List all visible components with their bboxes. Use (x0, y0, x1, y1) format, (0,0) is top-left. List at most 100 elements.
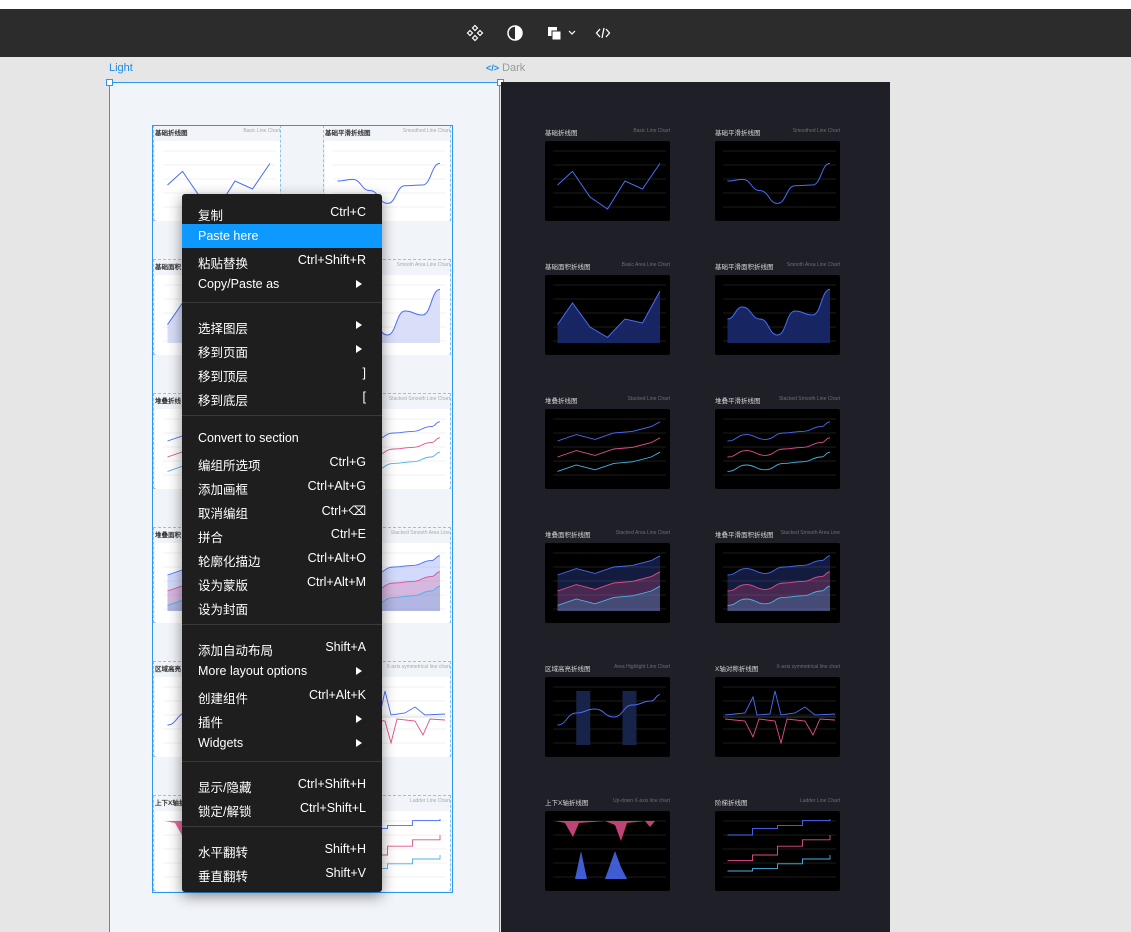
menu-item[interactable]: Copy/Paste as (182, 272, 382, 296)
menu-item[interactable]: 添加自动布局 Shift+A (182, 635, 382, 659)
menu-separator (182, 761, 382, 762)
dark-frame-label[interactable]: </> Dark (486, 62, 525, 74)
menu-item[interactable]: 移到顶层] (182, 361, 382, 385)
menu-item[interactable]: 设为封面 (182, 594, 382, 618)
component-icon[interactable] (463, 21, 487, 45)
menu-item[interactable]: 创建组件 Ctrl+Alt+K (182, 683, 382, 707)
dark-chart-subtitle: Up-down X-axis line chart (613, 798, 670, 804)
menu-item[interactable]: 轮廓化描边 Ctrl+Alt+O (182, 546, 382, 570)
menu-item-shortcut: Ctrl+Shift+R (297, 253, 366, 267)
menu-item-shortcut: Ctrl+⌫ (321, 504, 366, 518)
menu-item-label: 取消编组 (198, 507, 249, 521)
dark-chart-card[interactable] (545, 811, 670, 891)
menu-item[interactable]: 粘贴替换 Ctrl+Shift+R (182, 248, 382, 272)
menu-item-shortcut: Ctrl+Alt+O (307, 551, 366, 565)
dark-chart-card[interactable] (545, 677, 670, 757)
menu-item-shortcut: Ctrl+Alt+G (307, 479, 366, 493)
menu-item-label: 轮廓化描边 (198, 555, 261, 569)
menu-item[interactable]: 锁定/解锁 Ctrl+Shift+L (182, 796, 382, 820)
window-top-strip (0, 0, 1131, 9)
dark-chart-subtitle: Basic Line Chart (633, 128, 670, 134)
dark-chart-card[interactable] (715, 275, 840, 355)
dark-chart-subtitle: Stacked Smooth Area Line (780, 530, 840, 536)
shapes-icon[interactable] (545, 21, 581, 45)
menu-item-shortcut: Ctrl+Shift+H (297, 777, 366, 791)
dark-chart-subtitle: Stacked Line Chart (627, 396, 670, 402)
menu-item-shortcut: Ctrl+G (329, 455, 366, 469)
dark-chart-card[interactable] (545, 543, 670, 623)
menu-item-label: 添加画框 (198, 483, 249, 497)
dark-chart-title: 区域高亮折线图 (545, 666, 591, 673)
toolbar (0, 9, 1131, 57)
menu-item[interactable]: 取消编组 Ctrl+⌫ (182, 498, 382, 522)
menu-item-label: 拼合 (198, 531, 224, 545)
menu-item-label: 显示/隐藏 (198, 781, 252, 795)
code-icon[interactable] (591, 21, 615, 45)
dark-chart-plot (553, 284, 666, 343)
menu-item-shortcut: Shift+V (325, 866, 366, 880)
dark-chart-plot (553, 552, 666, 611)
dark-chart-subtitle: Stacked Area Line Chart (615, 530, 670, 536)
menu-item[interactable]: 复制 Ctrl+C (182, 200, 382, 224)
menu-item[interactable]: 垂直翻转 Shift+V (182, 861, 382, 885)
dark-chart-subtitle: Basic Area Line Chart (621, 262, 670, 268)
menu-item-label: 复制 (198, 209, 224, 223)
menu-item[interactable]: 添加画框 Ctrl+Alt+G (182, 474, 382, 498)
dark-chart-subtitle: Smoothed Line Chart (792, 128, 840, 134)
dark-chart-subtitle: Smooth Area Line Chart (786, 262, 840, 268)
submenu-arrow-icon (356, 321, 362, 329)
dark-chart-card[interactable] (545, 141, 670, 221)
dark-chart-title: 基础平滑折线图 (715, 130, 761, 137)
menu-item-label: 设为蒙版 (198, 579, 249, 593)
dark-chart-card[interactable] (545, 275, 670, 355)
dark-chart-plot (553, 418, 666, 476)
dark-chart-card[interactable] (715, 811, 840, 891)
menu-item-label: 移到底层 (198, 394, 249, 408)
menu-item-label: 选择图层 (198, 322, 249, 336)
menu-item-shortcut: ] (362, 366, 366, 380)
menu-item[interactable]: 移到底层 [ (182, 385, 382, 409)
contrast-icon[interactable] (503, 21, 527, 45)
menu-item[interactable]: 显示/隐藏 Ctrl+Shift+H (182, 772, 382, 796)
dark-chart-card[interactable] (715, 677, 840, 757)
dark-chart-title: 上下X轴折线图 (545, 800, 589, 807)
context-menu: 复制 Ctrl+C Paste here 粘贴替换 Ctrl+Shift+R Copy/P… (182, 194, 382, 892)
menu-item[interactable]: 编组所选项 Ctrl+G (182, 450, 382, 474)
menu-item-shortcut: Shift+H (324, 842, 366, 856)
dark-chart-card[interactable] (715, 543, 840, 623)
dark-chart-plot (553, 150, 666, 210)
menu-item[interactable]: 水平翻转 Shift+H (182, 837, 382, 861)
menu-item-shortcut: Ctrl+Alt+K (309, 688, 366, 702)
menu-item[interactable]: 插件 (182, 707, 382, 731)
menu-item[interactable]: 选择图层 (182, 313, 382, 337)
menu-item-shortcut: Ctrl+Shift+L (299, 801, 366, 815)
menu-item-label: 添加自动布局 (198, 644, 274, 658)
menu-item-label: 设为封面 (198, 603, 249, 617)
dark-chart-subtitle: Stacked Smooth Line Chart (778, 396, 840, 402)
menu-item[interactable]: 拼合 Ctrl+E (182, 522, 382, 546)
menu-item[interactable]: Convert to section (182, 426, 382, 450)
menu-separator (182, 415, 382, 416)
menu-item[interactable]: 设为蒙版 Ctrl+Alt+M (182, 570, 382, 594)
menu-item-label: 水平翻转 (198, 846, 249, 860)
menu-item-label: Paste here (198, 229, 259, 243)
menu-item[interactable]: Widgets (182, 731, 382, 755)
dark-chart-card[interactable] (715, 409, 840, 489)
dark-frame-label-text: Dark (502, 62, 526, 74)
menu-item-label: Copy/Paste as (198, 277, 280, 291)
light-frame-label[interactable]: Light (109, 62, 133, 74)
dark-chart-title: 堆叠面积折线图 (545, 532, 591, 539)
menu-item[interactable]: More layout options (182, 659, 382, 683)
menu-item-label: 锁定/解锁 (198, 805, 252, 819)
menu-item-shortcut: Ctrl+Alt+M (306, 575, 366, 589)
dark-chart-card[interactable] (715, 141, 840, 221)
resize-handle-top-left[interactable] (106, 79, 113, 86)
dark-chart-plot (553, 686, 666, 745)
dark-chart-card[interactable] (545, 409, 670, 489)
menu-item[interactable]: Paste here (182, 224, 382, 248)
menu-item-label: 编组所选项 (198, 459, 261, 473)
submenu-arrow-icon (356, 715, 362, 723)
dark-chart-title: 阶梯折线图 (715, 800, 748, 807)
menu-item[interactable]: 移到页面 (182, 337, 382, 361)
dark-chart-subtitle: Area Highlight Line Chart (614, 664, 670, 670)
